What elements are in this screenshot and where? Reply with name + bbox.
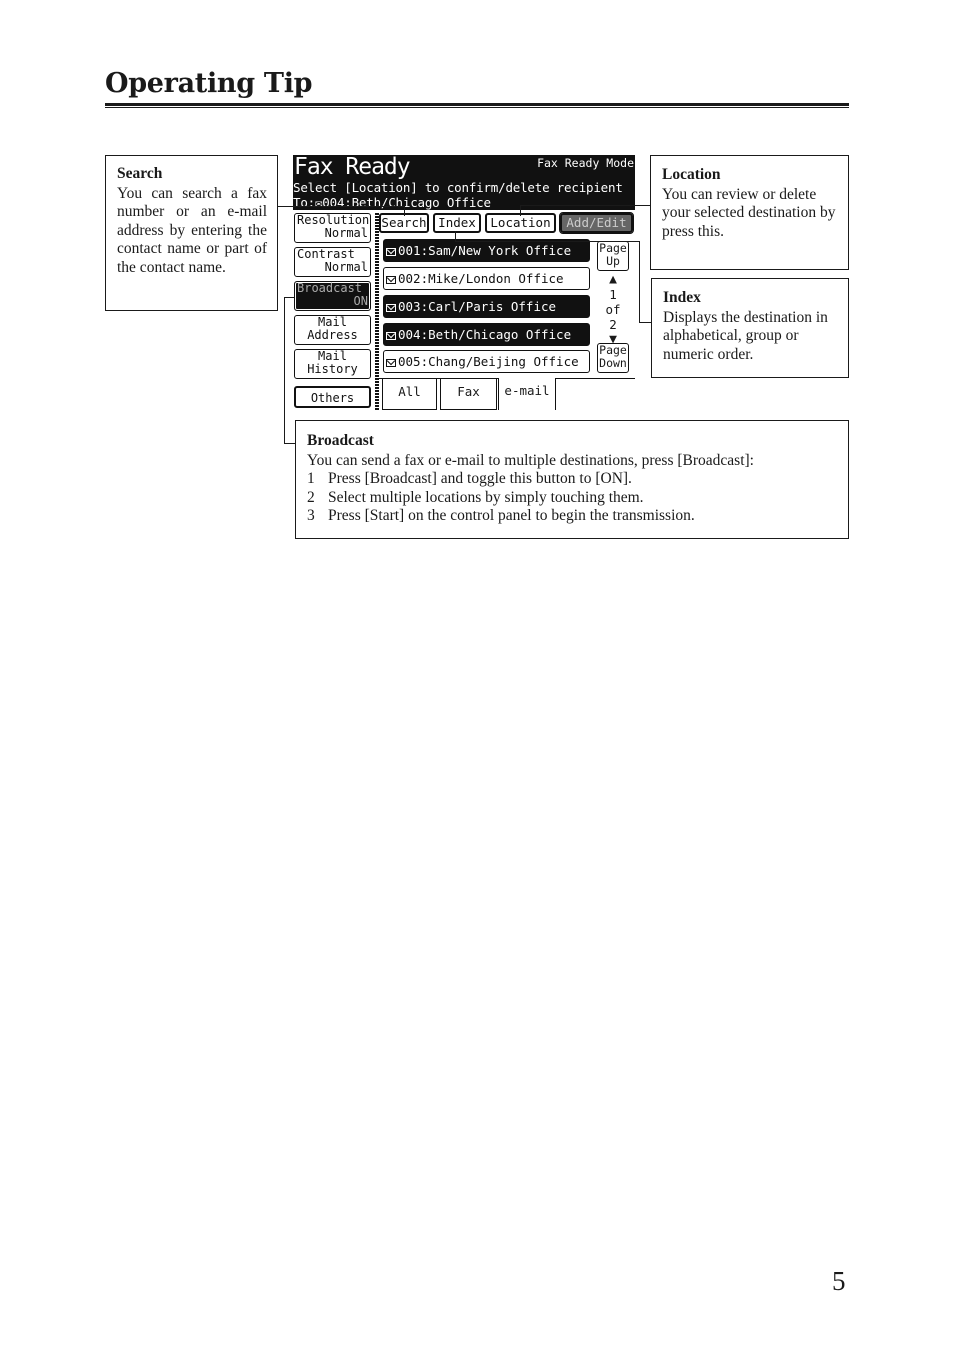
tab-all[interactable]: All xyxy=(382,378,437,410)
destination-row[interactable]: 005:Chang/Beijing Office xyxy=(383,350,590,373)
index-callout-body: Displays the destination in alphabetical… xyxy=(663,308,828,363)
lcd-to-line: To:✉004:Beth/Chicago Office xyxy=(293,195,491,210)
broadcast-button[interactable]: Broadcast ON xyxy=(294,281,371,311)
heading-rule-thick xyxy=(105,103,849,106)
envelope-icon xyxy=(386,248,396,256)
location-callout: Location You can review or delete your s… xyxy=(650,155,849,270)
page-number: 5 xyxy=(832,1266,846,1296)
tab-email[interactable]: e-mail xyxy=(498,378,556,410)
search-connector xyxy=(404,206,405,216)
mail-address-button[interactable]: Mail Address xyxy=(294,315,371,345)
page-down-button[interactable]: Page Down xyxy=(597,343,629,373)
arrow-up-icon: ▲ xyxy=(609,272,617,287)
broadcast-connector xyxy=(284,297,294,298)
broadcast-callout-title: Broadcast xyxy=(307,432,374,449)
lcd-mode: Fax Ready Mode xyxy=(537,156,634,170)
search-callout-title: Search xyxy=(117,165,163,182)
envelope-icon xyxy=(386,332,396,340)
index-connector xyxy=(455,241,639,242)
search-callout-body: You can search a fax number or an e-mail… xyxy=(117,184,267,276)
index-connector xyxy=(639,241,640,323)
envelope-icon xyxy=(386,359,396,367)
page-indicator: ▲ 1 of 2 ▼ xyxy=(597,272,629,347)
location-connector xyxy=(520,205,521,216)
contrast-button[interactable]: Contrast Normal xyxy=(294,247,371,277)
destination-row[interactable]: 004:Beth/Chicago Office xyxy=(383,323,590,346)
search-callout: Search You can search a fax number or an… xyxy=(105,155,278,311)
resolution-button[interactable]: Resolution Normal xyxy=(294,213,371,243)
lcd-status-header: Fax Ready Fax Ready Mode Select [Locatio… xyxy=(293,155,635,210)
destination-row[interactable]: 002:Mike/London Office xyxy=(383,267,590,290)
location-callout-title: Location xyxy=(662,166,721,183)
lcd-instruction: Select [Location] to confirm/delete reci… xyxy=(293,180,623,195)
broadcast-step: 1 Press [Broadcast] and toggle this butto… xyxy=(307,470,632,487)
tab-fax[interactable]: Fax xyxy=(440,378,497,410)
index-connector xyxy=(639,322,651,323)
fax-lcd-screen: Fax Ready Fax Ready Mode Select [Locatio… xyxy=(293,155,635,410)
heading-rule-thin xyxy=(105,107,849,108)
broadcast-connector xyxy=(284,297,285,444)
lcd-title: Fax Ready xyxy=(294,155,411,180)
envelope-icon xyxy=(386,276,396,284)
page-up-button[interactable]: Page Up xyxy=(597,241,629,271)
page-heading: Operating Tip xyxy=(105,68,313,99)
broadcast-connector xyxy=(284,443,295,444)
envelope-icon xyxy=(386,304,396,312)
index-button[interactable]: Index xyxy=(433,213,481,233)
location-connector xyxy=(520,205,650,206)
index-callout: Index Displays the destination in alphab… xyxy=(651,278,849,378)
broadcast-callout-intro: You can send a fax or e-mail to multiple… xyxy=(307,451,754,469)
location-button[interactable]: Location xyxy=(485,213,556,233)
others-button[interactable]: Others xyxy=(294,386,371,408)
search-button[interactable]: Search xyxy=(379,213,429,233)
index-callout-title: Index xyxy=(663,289,701,306)
broadcast-step: 3 Press [Start] on the control panel to b… xyxy=(307,507,695,524)
destination-row[interactable]: 001:Sam/New York Office xyxy=(383,239,590,262)
destination-row[interactable]: 003:Carl/Paris Office xyxy=(383,295,590,318)
search-connector xyxy=(278,206,404,207)
broadcast-callout: Broadcast You can send a fax or e-mail t… xyxy=(295,420,849,539)
broadcast-step: 2 Select multiple locations by simply tou… xyxy=(307,488,644,506)
location-callout-body: You can review or delete your selected d… xyxy=(662,185,836,240)
add-edit-button[interactable]: Add/Edit xyxy=(559,212,634,234)
mail-history-button[interactable]: Mail History xyxy=(294,349,371,379)
